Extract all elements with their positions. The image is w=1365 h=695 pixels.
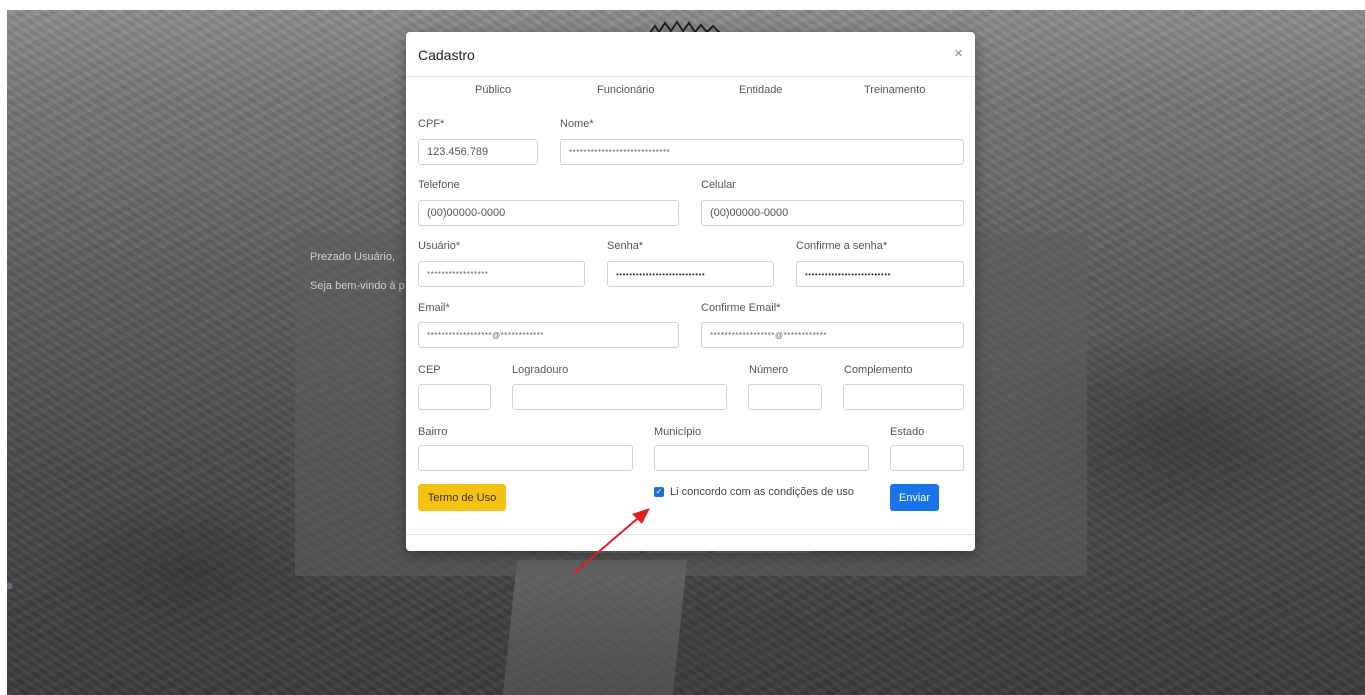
terms-of-use-button[interactable]: Termo de Uso	[418, 484, 506, 511]
cpf-label: CPF*	[418, 118, 445, 130]
tab-treinamento[interactable]: Treinamento	[864, 84, 925, 96]
usuario-label: Usuário*	[418, 240, 461, 252]
logradouro-input[interactable]	[512, 384, 727, 410]
cep-input[interactable]	[418, 384, 491, 410]
tab-funcionario[interactable]: Funcionário	[597, 84, 654, 96]
complemento-input[interactable]	[843, 384, 964, 410]
email-label: Email*	[418, 302, 450, 314]
telefone-label: Telefone	[418, 179, 460, 191]
nome-input[interactable]: ****************************	[560, 139, 964, 165]
submit-button[interactable]: Enviar	[890, 484, 939, 511]
estado-input[interactable]	[890, 445, 964, 471]
agree-terms-label: Li concordo com as condições de uso	[670, 486, 855, 498]
modal-footer-divider	[406, 534, 975, 535]
numero-label: Número	[749, 364, 789, 376]
modal-header: Cadastro ×	[406, 32, 975, 77]
greeting-text: Prezado Usuário,	[310, 251, 395, 263]
usuario-input[interactable]: *****************	[418, 261, 585, 287]
registration-modal: Cadastro × Público Funcionário Entidade …	[406, 32, 975, 551]
celular-input[interactable]: (00)00000-0000	[701, 200, 964, 226]
cep-label: CEP	[418, 364, 441, 376]
confirme-email-label: Confirme Email*	[701, 302, 781, 314]
complemento-label: Complemento	[844, 364, 913, 376]
bairro-input[interactable]	[418, 445, 633, 471]
close-icon[interactable]: ×	[954, 45, 963, 62]
email-input[interactable]: ******************@************	[418, 322, 679, 348]
checkbox-checked-icon[interactable]: ✓	[654, 487, 664, 497]
bairro-label: Bairro	[418, 426, 448, 438]
annotation-arrow-icon	[573, 508, 650, 574]
logradouro-label: Logradouro	[512, 364, 569, 376]
telefone-input[interactable]: (00)00000-0000	[418, 200, 679, 226]
broken-image-icon	[7, 583, 12, 589]
tab-bar: Público Funcionário Entidade Treinamento	[406, 84, 975, 102]
cpf-input[interactable]: 123.456.789	[418, 139, 538, 165]
nome-label: Nome*	[560, 118, 594, 130]
agree-terms-checkbox-group[interactable]: ✓ Li concordo com as condições de uso	[654, 486, 854, 498]
municipio-label: Município	[654, 426, 702, 438]
celular-label: Celular	[701, 179, 736, 191]
confirme-senha-input[interactable]: ••••••••••••••••••••••••••	[796, 261, 964, 287]
senha-input[interactable]: •••••••••••••••••••••••••••	[607, 261, 774, 287]
modal-title: Cadastro	[418, 47, 475, 63]
tab-entidade[interactable]: Entidade	[739, 84, 782, 96]
senha-label: Senha*	[607, 240, 644, 252]
confirme-senha-label: Confirme a senha*	[796, 240, 888, 252]
welcome-text: Seja bem-vindo à p	[310, 280, 405, 292]
numero-input[interactable]	[748, 384, 822, 410]
municipio-input[interactable]	[654, 445, 869, 471]
confirme-email-input[interactable]: ******************@************	[701, 322, 964, 348]
background-road	[502, 560, 688, 695]
estado-label: Estado	[890, 426, 925, 438]
tab-publico[interactable]: Público	[475, 84, 511, 96]
